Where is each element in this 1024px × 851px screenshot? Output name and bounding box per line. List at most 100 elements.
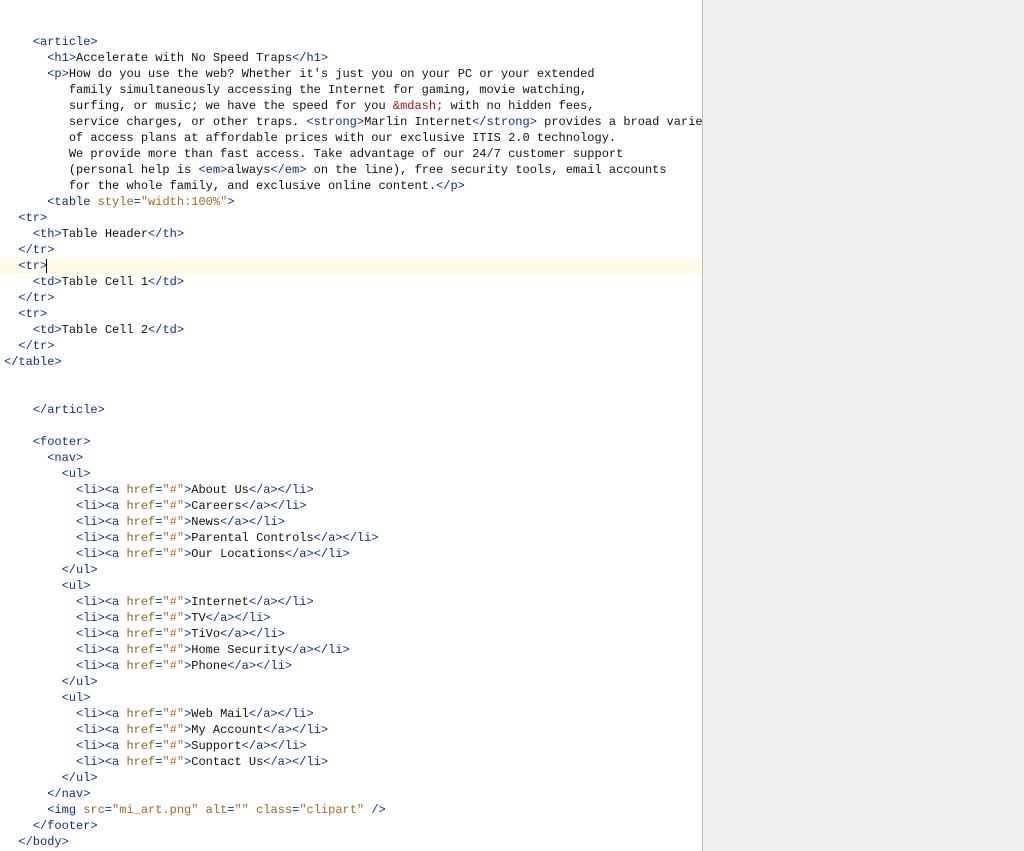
- code-content[interactable]: <article> <h1>Accelerate with No Speed T…: [0, 32, 702, 851]
- token-av: "width:100%": [141, 195, 227, 209]
- token-tag: <tr>: [18, 259, 47, 273]
- code-line[interactable]: <tr>: [0, 306, 702, 322]
- token-tx: News: [191, 515, 220, 529]
- code-line[interactable]: <li><a href="#">TV</a></li>: [0, 610, 702, 626]
- code-editor[interactable]: <article> <h1>Accelerate with No Speed T…: [0, 0, 702, 851]
- token-tag: </a></li>: [249, 707, 314, 721]
- token-tag: </a></li>: [314, 531, 379, 545]
- token-tag: <th>: [33, 227, 62, 241]
- token-tx: Marlin Internet: [364, 115, 472, 129]
- code-line[interactable]: of access plans at affordable prices wit…: [0, 130, 702, 146]
- code-line[interactable]: <li><a href="#">TiVo</a></li>: [0, 626, 702, 642]
- token-tx: always: [227, 163, 270, 177]
- token-tag: </td>: [148, 275, 184, 289]
- code-line[interactable]: <li><a href="#">Web Mail</a></li>: [0, 706, 702, 722]
- code-line[interactable]: <li><a href="#">Careers</a></li>: [0, 498, 702, 514]
- code-line[interactable]: </nav>: [0, 786, 702, 802]
- token-tag: >: [227, 195, 234, 209]
- text-caret: [46, 259, 47, 273]
- token-av: "#": [162, 627, 184, 641]
- token-tag: </tr>: [18, 243, 54, 257]
- code-line[interactable]: <li><a href="#">News</a></li>: [0, 514, 702, 530]
- token-av: "#": [162, 595, 184, 609]
- code-line[interactable]: <p>How do you use the web? Whether it's …: [0, 66, 702, 82]
- code-line[interactable]: <h1>Accelerate with No Speed Traps</h1>: [0, 50, 702, 66]
- token-an: href: [126, 515, 155, 529]
- code-line[interactable]: <ul>: [0, 578, 702, 594]
- token-tag: [249, 803, 256, 817]
- code-line[interactable]: </ul>: [0, 562, 702, 578]
- code-line[interactable]: <li><a href="#">My Account</a></li>: [0, 722, 702, 738]
- code-line[interactable]: <li><a href="#">Our Locations</a></li>: [0, 546, 702, 562]
- code-line[interactable]: </tr>: [0, 290, 702, 306]
- code-line[interactable]: <tr>: [0, 258, 702, 274]
- token-av: "#": [162, 483, 184, 497]
- code-line[interactable]: <li><a href="#">Internet</a></li>: [0, 594, 702, 610]
- token-av: "#": [162, 611, 184, 625]
- code-line[interactable]: </body>: [0, 834, 702, 850]
- code-line[interactable]: <footer>: [0, 434, 702, 450]
- code-line[interactable]: <li><a href="#">Contact Us</a></li>: [0, 754, 702, 770]
- code-line[interactable]: service charges, or other traps. <strong…: [0, 114, 702, 130]
- code-line[interactable]: </table>: [0, 354, 702, 370]
- token-tx: My Account: [191, 723, 263, 737]
- token-tag: </a></li>: [249, 595, 314, 609]
- token-tag: </table>: [4, 355, 62, 369]
- code-line[interactable]: [0, 386, 702, 402]
- token-tag: <tr>: [18, 307, 47, 321]
- token-av: "#": [162, 739, 184, 753]
- code-line[interactable]: (personal help is <em>always</em> on the…: [0, 162, 702, 178]
- token-tx: with no hidden fees,: [443, 99, 594, 113]
- token-tag: <tr>: [18, 211, 47, 225]
- token-tx: Web Mail: [191, 707, 249, 721]
- code-line[interactable]: <th>Table Header</th>: [0, 226, 702, 242]
- code-line[interactable]: <li><a href="#">Parental Controls</a></l…: [0, 530, 702, 546]
- token-tag: </ul>: [62, 675, 98, 689]
- token-an: class: [256, 803, 292, 817]
- token-tag: </article>: [33, 403, 105, 417]
- token-tag: <li><a: [76, 595, 126, 609]
- code-line[interactable]: <tr>: [0, 210, 702, 226]
- token-tag: <li><a: [76, 499, 126, 513]
- token-tag: <li><a: [76, 547, 126, 561]
- token-tx: on the line), free security tools, email…: [306, 163, 666, 177]
- code-line[interactable]: surfing, or music; we have the speed for…: [0, 98, 702, 114]
- code-line[interactable]: <li><a href="#">Home Security</a></li>: [0, 642, 702, 658]
- token-tag: </a></li>: [263, 755, 328, 769]
- token-tag: </a></li>: [263, 723, 328, 737]
- code-line[interactable]: <ul>: [0, 690, 702, 706]
- code-line[interactable]: <td>Table Cell 1</td>: [0, 274, 702, 290]
- code-line[interactable]: family simultaneously accessing the Inte…: [0, 82, 702, 98]
- code-line[interactable]: <li><a href="#">Phone</a></li>: [0, 658, 702, 674]
- token-tag: <article>: [33, 35, 98, 49]
- code-line[interactable]: <table style="width:100%">: [0, 194, 702, 210]
- token-tag: <li><a: [76, 627, 126, 641]
- code-line[interactable]: <img src="mi_art.png" alt="" class="clip…: [0, 802, 702, 818]
- token-tx: Support: [191, 739, 241, 753]
- token-tag: =: [134, 195, 141, 209]
- code-line[interactable]: </footer>: [0, 818, 702, 834]
- token-tx: Home Security: [191, 643, 285, 657]
- token-tag: </footer>: [33, 819, 98, 833]
- code-line[interactable]: </article>: [0, 402, 702, 418]
- code-line[interactable]: <li><a href="#">About Us</a></li>: [0, 482, 702, 498]
- code-line[interactable]: <ul>: [0, 466, 702, 482]
- token-tag: </a></li>: [220, 627, 285, 641]
- code-line[interactable]: <nav>: [0, 450, 702, 466]
- code-line[interactable]: for the whole family, and exclusive onli…: [0, 178, 702, 194]
- code-line[interactable]: </ul>: [0, 674, 702, 690]
- code-line[interactable]: [0, 370, 702, 386]
- token-tag: <li><a: [76, 723, 126, 737]
- code-line[interactable]: <li><a href="#">Support</a></li>: [0, 738, 702, 754]
- token-av: "#": [162, 499, 184, 513]
- code-line[interactable]: </tr>: [0, 338, 702, 354]
- token-tx: family simultaneously accessing the Inte…: [69, 83, 587, 97]
- code-line[interactable]: <article>: [0, 34, 702, 50]
- token-tag: <li><a: [76, 643, 126, 657]
- code-line[interactable]: </tr>: [0, 242, 702, 258]
- code-line[interactable]: We provide more than fast access. Take a…: [0, 146, 702, 162]
- code-line[interactable]: <td>Table Cell 2</td>: [0, 322, 702, 338]
- code-line[interactable]: [0, 418, 702, 434]
- token-tag: </h1>: [292, 51, 328, 65]
- code-line[interactable]: </ul>: [0, 770, 702, 786]
